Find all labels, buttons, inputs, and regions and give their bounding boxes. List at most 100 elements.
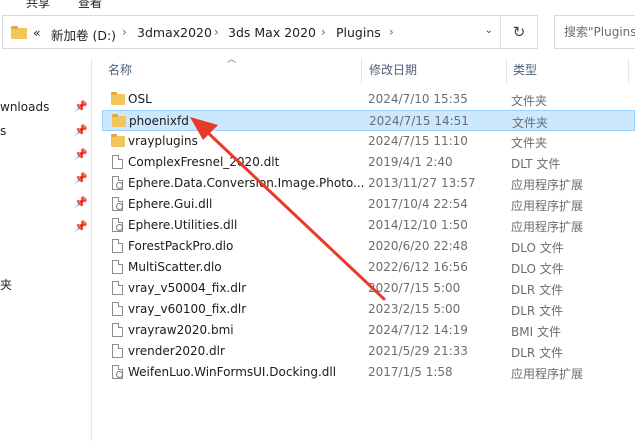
file-row[interactable]: ComplexFresnel_2020.dlt 2019/4/1 2:40 DLT … xyxy=(102,152,635,173)
column-separator[interactable] xyxy=(361,58,362,84)
nav-item-folder[interactable]: 夹 xyxy=(0,276,12,293)
file-row[interactable]: vrayraw2020.bmi 2024/7/12 14:19 BMI 文件 xyxy=(102,320,635,341)
file-name: WeifenLuo.WinFormsUI.Docking.dll xyxy=(128,365,337,379)
file-date: 2020/6/20 22:48 xyxy=(368,239,468,253)
file-icon xyxy=(111,344,125,359)
pane-divider[interactable] xyxy=(91,58,92,441)
dll-file-icon xyxy=(111,176,125,191)
folder-icon xyxy=(112,114,126,129)
file-type: 应用程序扩展 xyxy=(511,199,584,213)
file-name: vrayraw2020.bmi xyxy=(128,323,234,337)
file-name: vrender2020.dlr xyxy=(128,344,225,358)
file-row[interactable]: vray_v60100_fix.dlr 2023/2/15 5:00 DLR 文件 xyxy=(102,299,635,320)
file-row[interactable]: WeifenLuo.WinFormsUI.Docking.dll 2017/1/5… xyxy=(102,362,635,383)
file-type: DLT 文件 xyxy=(511,157,561,171)
breadcrumb-plugins[interactable]: Plugins xyxy=(336,25,381,40)
file-type: DLR 文件 xyxy=(511,346,564,360)
breadcrumb-separator[interactable]: › xyxy=(389,25,394,39)
file-icon xyxy=(111,302,125,317)
file-icon xyxy=(111,239,125,254)
file-row[interactable]: ForestPackPro.dlo 2020/6/20 22:48 DLO 文件 xyxy=(102,236,635,257)
address-dropdown-icon[interactable]: ⌄ xyxy=(485,25,493,36)
file-row[interactable]: MultiScatter.dlo 2022/6/12 16:56 DLO 文件 xyxy=(102,257,635,278)
navigation-pane: wnloads 📌 s 📌 📌 📌 📌 📌 夹 xyxy=(0,58,91,441)
file-date: 2014/12/10 1:50 xyxy=(368,218,468,232)
file-name: ComplexFresnel_2020.dlt xyxy=(128,155,280,169)
column-separator[interactable] xyxy=(628,58,629,84)
file-row[interactable]: vrayplugins 2024/7/15 11:10 文件夹 xyxy=(102,131,635,152)
folder-icon xyxy=(111,134,125,149)
file-date: 2017/1/5 1:58 xyxy=(368,365,453,379)
dll-file-icon xyxy=(111,365,125,380)
breadcrumb-separator[interactable]: › xyxy=(321,25,326,39)
search-input[interactable]: 搜索"Plugins xyxy=(554,15,635,49)
file-name: Ephere.Utilities.dll xyxy=(128,218,238,232)
file-name: phoenixfd xyxy=(129,114,189,128)
file-type: 文件夹 xyxy=(511,94,548,108)
file-type: DLO 文件 xyxy=(511,241,564,255)
file-type: DLR 文件 xyxy=(511,283,564,297)
file-name: OSL xyxy=(128,92,152,106)
file-type: 文件夹 xyxy=(511,136,548,150)
file-name: vray_v50004_fix.dlr xyxy=(128,281,247,295)
file-row[interactable]: Ephere.Utilities.dll 2014/12/10 1:50 应用程序扩… xyxy=(102,215,635,236)
file-date: 2020/7/15 5:00 xyxy=(368,281,461,295)
breadcrumb-3ds-max-2020[interactable]: 3ds Max 2020 xyxy=(228,25,316,40)
file-type: DLO 文件 xyxy=(511,262,564,276)
folder-icon xyxy=(111,92,125,107)
file-name: Ephere.Gui.dll xyxy=(128,197,213,211)
sort-ascending-icon: ︿ xyxy=(227,55,237,65)
file-type: BMI 文件 xyxy=(511,325,561,339)
file-row[interactable]: Ephere.Gui.dll 2017/10/4 22:54 应用程序扩展 xyxy=(102,194,635,215)
file-type: 应用程序扩展 xyxy=(511,220,584,234)
nav-item-2[interactable]: s xyxy=(0,124,6,138)
file-name: MultiScatter.dlo xyxy=(128,260,222,274)
file-date: 2024/7/10 15:35 xyxy=(368,92,468,106)
breadcrumb-separator[interactable]: › xyxy=(122,25,127,39)
file-row[interactable]: Ephere.Data.Conversion.Image.Photo... 201… xyxy=(102,173,635,194)
column-header-name[interactable]: 名称 xyxy=(108,58,132,82)
pin-icon: 📌 xyxy=(74,148,88,161)
dll-file-icon xyxy=(111,197,125,212)
file-icon xyxy=(111,260,125,275)
file-icon xyxy=(111,323,125,338)
ribbon: 共享 查看 xyxy=(0,0,635,10)
file-row[interactable]: vray_v50004_fix.dlr 2020/7/15 5:00 DLR 文件 xyxy=(102,278,635,299)
file-icon xyxy=(111,155,125,170)
file-date: 2024/7/15 14:51 xyxy=(369,114,469,128)
ribbon-tab-share[interactable]: 共享 xyxy=(26,0,50,10)
back-chevrons-icon[interactable]: « xyxy=(33,25,41,40)
pin-icon: 📌 xyxy=(74,220,88,233)
file-name: vray_v60100_fix.dlr xyxy=(128,302,247,316)
file-date: 2019/4/1 2:40 xyxy=(368,155,453,169)
column-header-date[interactable]: 修改日期 xyxy=(369,58,417,82)
file-date: 2024/7/12 14:19 xyxy=(368,323,468,337)
pin-icon: 📌 xyxy=(74,100,88,113)
file-date: 2017/10/4 22:54 xyxy=(368,197,468,211)
ribbon-tab-view[interactable]: 查看 xyxy=(78,0,102,10)
file-type: 文件夹 xyxy=(512,116,549,130)
column-header-type[interactable]: 类型 xyxy=(513,58,537,82)
file-name: ForestPackPro.dlo xyxy=(128,239,234,253)
file-row[interactable]: vrender2020.dlr 2021/5/29 21:33 DLR 文件 xyxy=(102,341,635,362)
file-row[interactable]: OSL 2024/7/10 15:35 文件夹 xyxy=(102,89,635,110)
column-separator[interactable] xyxy=(506,58,507,84)
folder-icon xyxy=(11,25,27,42)
address-bar[interactable]: « 新加卷 (D:) › 3dmax2020 › 3ds Max 2020 › … xyxy=(2,15,538,49)
breadcrumb-separator[interactable]: › xyxy=(214,25,219,39)
file-date: 2023/2/15 5:00 xyxy=(368,302,461,316)
file-date: 2013/11/27 13:57 xyxy=(368,176,476,190)
dll-file-icon xyxy=(111,218,125,233)
file-date: 2022/6/12 16:56 xyxy=(368,260,468,274)
file-row[interactable]: phoenixfd 2024/7/15 14:51 文件夹 xyxy=(102,110,635,131)
file-type: 应用程序扩展 xyxy=(511,367,584,381)
refresh-icon[interactable]: ↻ xyxy=(500,16,537,48)
file-date: 2021/5/29 21:33 xyxy=(368,344,468,358)
nav-item-downloads[interactable]: wnloads xyxy=(0,100,49,114)
file-name: Ephere.Data.Conversion.Image.Photo... xyxy=(128,176,365,190)
pin-icon: 📌 xyxy=(74,124,88,137)
file-name: vrayplugins xyxy=(128,134,198,148)
breadcrumb-drive[interactable]: 新加卷 (D:) xyxy=(51,25,116,44)
breadcrumb-3dmax2020[interactable]: 3dmax2020 xyxy=(137,25,212,40)
pin-icon: 📌 xyxy=(74,172,88,185)
